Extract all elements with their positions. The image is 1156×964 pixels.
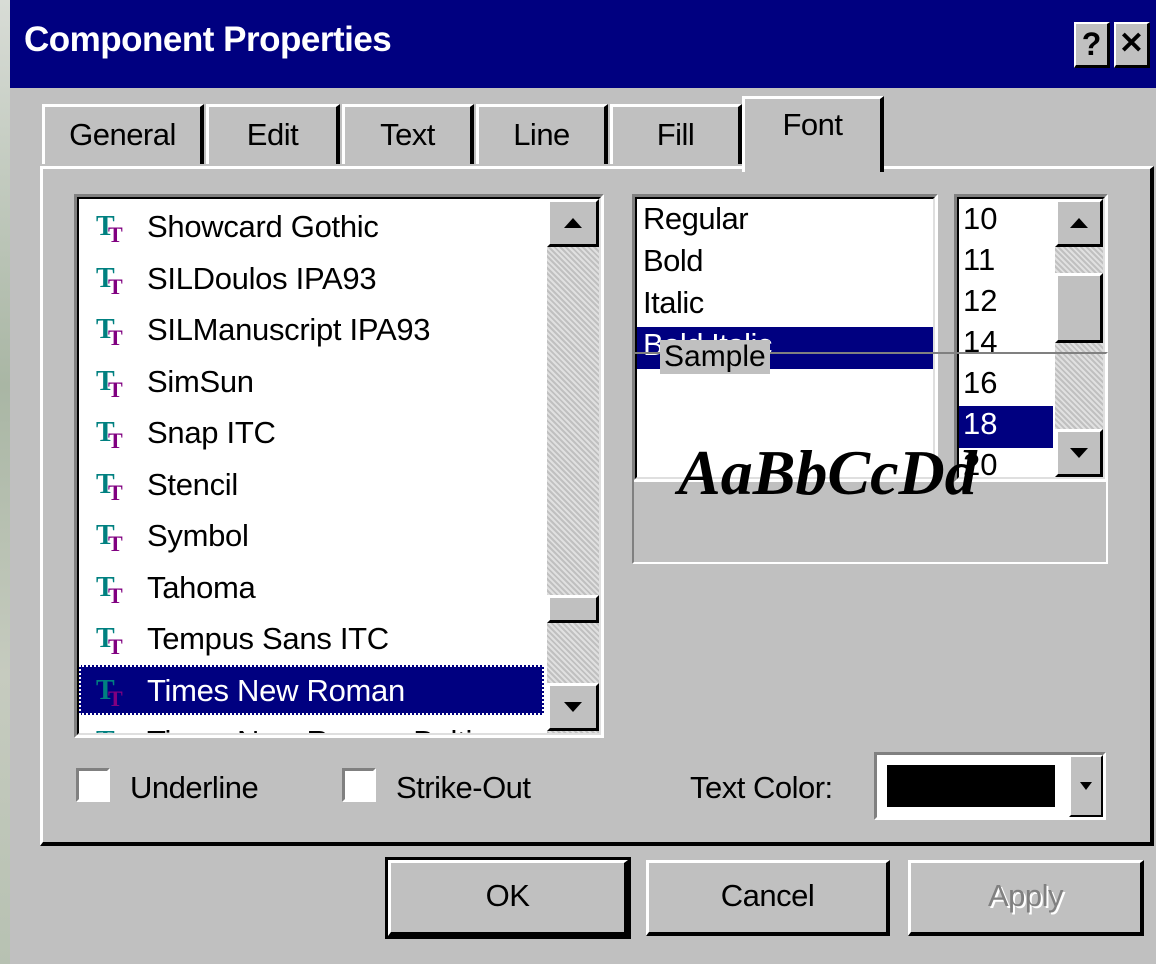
chevron-down-icon bbox=[1080, 782, 1092, 790]
truetype-font-icon: TT bbox=[96, 623, 123, 657]
svg-text:T: T bbox=[108, 634, 123, 657]
svg-text:T: T bbox=[96, 726, 115, 733]
font-list-item-label: SILDoulos IPA93 bbox=[147, 260, 377, 296]
font-name-list: T T Showcard Gothic T T SILDoulos IPA93 T T SILM… bbox=[79, 199, 545, 733]
font-list-item-label: Times New Roman Baltic bbox=[147, 724, 488, 733]
truetype-font-icon: TT bbox=[96, 469, 123, 503]
font-list-item[interactable]: T T Symbol bbox=[79, 510, 544, 560]
font-style-item[interactable]: Italic bbox=[637, 285, 933, 327]
svg-text:T: T bbox=[108, 377, 123, 400]
font-list-item-label: Tempus Sans ITC bbox=[147, 621, 389, 656]
strikeout-checkbox[interactable] bbox=[342, 768, 376, 802]
svg-text:T: T bbox=[108, 531, 123, 554]
component-properties-dialog: Component Properties ? ✕ General Edit Te… bbox=[10, 0, 1156, 964]
truetype-font-icon: TT bbox=[96, 520, 123, 554]
window-title: Component Properties bbox=[24, 20, 392, 59]
ok-button[interactable]: OK bbox=[385, 857, 631, 939]
svg-text:T: T bbox=[108, 222, 123, 245]
active-tab-join bbox=[745, 164, 880, 170]
sample-preview-text: AaBbCcDd bbox=[678, 437, 977, 508]
font-style-item[interactable]: Bold bbox=[637, 243, 933, 285]
font-list-item-label: Symbol bbox=[147, 518, 249, 553]
text-color-label: Text Color: bbox=[690, 770, 833, 805]
font-style-item[interactable]: Regular bbox=[637, 201, 933, 243]
truetype-font-icon: TT bbox=[96, 726, 115, 733]
svg-text:T: T bbox=[108, 428, 123, 451]
font-size-item[interactable]: 11 bbox=[959, 242, 1053, 284]
size-scroll-up-button[interactable] bbox=[1055, 199, 1103, 247]
font-list-item-label: Snap ITC bbox=[147, 415, 276, 450]
font-list-item[interactable]: T T Tempus Sans ITC bbox=[79, 613, 544, 663]
font-list-item[interactable]: T T SimSun bbox=[79, 356, 544, 406]
title-bar[interactable]: Component Properties ? ✕ bbox=[10, 0, 1156, 88]
desktop-background bbox=[0, 0, 10, 964]
font-size-item[interactable]: 12 bbox=[959, 283, 1053, 325]
help-button[interactable]: ? bbox=[1074, 22, 1110, 68]
truetype-font-icon: TT bbox=[96, 572, 123, 606]
size-scroll-thumb[interactable] bbox=[1055, 273, 1103, 343]
arrow-down-icon bbox=[564, 702, 582, 712]
font-list-item-label: Stencil bbox=[147, 466, 238, 502]
font-list-item[interactable]: T T Tahoma bbox=[79, 562, 544, 612]
truetype-font-icon: TT bbox=[96, 417, 123, 451]
font-list-item[interactable]: T T Snap ITC bbox=[79, 407, 544, 457]
svg-text:T: T bbox=[108, 325, 123, 348]
font-list-item[interactable]: T T SILDoulos IPA93 bbox=[79, 253, 544, 303]
text-color-swatch bbox=[887, 765, 1055, 807]
sample-label: Sample bbox=[660, 340, 770, 374]
font-list-item-label: Showcard Gothic bbox=[147, 209, 379, 244]
tab-line[interactable]: Line bbox=[476, 104, 608, 164]
tab-fill[interactable]: Fill bbox=[610, 104, 742, 164]
close-button[interactable]: ✕ bbox=[1114, 22, 1150, 68]
font-list-item-label: SimSun bbox=[147, 363, 254, 399]
font-list-item[interactable]: T T Showcard Gothic bbox=[79, 201, 544, 251]
apply-button[interactable]: Apply bbox=[908, 860, 1144, 936]
tab-general[interactable]: General bbox=[42, 104, 204, 164]
svg-text:T: T bbox=[108, 274, 123, 297]
underline-checkbox[interactable] bbox=[76, 768, 110, 802]
font-list-item[interactable]: T T Stencil bbox=[79, 459, 544, 509]
font-list-item-label: Times New Roman bbox=[147, 672, 405, 708]
underline-label[interactable]: Underline bbox=[130, 770, 259, 806]
cancel-button[interactable]: Cancel bbox=[646, 860, 890, 936]
truetype-font-icon: TT bbox=[96, 366, 123, 400]
tab-text[interactable]: Text bbox=[342, 104, 474, 164]
arrow-up-icon bbox=[1070, 218, 1088, 228]
tab-font[interactable]: Font bbox=[742, 96, 884, 172]
font-list-item[interactable]: T T SILManuscript IPA93 bbox=[79, 304, 544, 354]
scroll-thumb[interactable] bbox=[547, 595, 599, 623]
strikeout-label[interactable]: Strike-Out bbox=[396, 770, 531, 806]
svg-text:T: T bbox=[108, 583, 123, 606]
font-list-item[interactable]: T T Times New Roman bbox=[79, 664, 544, 715]
arrow-up-icon bbox=[564, 218, 582, 228]
scroll-down-button[interactable] bbox=[547, 683, 599, 731]
truetype-font-icon: TT bbox=[96, 263, 123, 297]
text-color-combobox[interactable] bbox=[874, 752, 1106, 820]
font-name-listbox[interactable]: T T Showcard Gothic T T SILDoulos IPA93 T T SILM… bbox=[74, 194, 604, 738]
truetype-font-icon: TT bbox=[96, 211, 123, 245]
scroll-up-button[interactable] bbox=[547, 199, 599, 247]
svg-text:T: T bbox=[108, 686, 123, 709]
font-list-item[interactable]: TT Times New Roman Baltic bbox=[79, 716, 544, 733]
truetype-font-icon: TT bbox=[96, 675, 123, 709]
font-size-item[interactable]: 10 bbox=[959, 201, 1053, 243]
font-list-item-label: Tahoma bbox=[147, 569, 256, 605]
font-list-item-label: SILManuscript IPA93 bbox=[147, 312, 431, 347]
text-color-dropdown-button[interactable] bbox=[1069, 755, 1103, 817]
svg-text:T: T bbox=[108, 480, 123, 503]
font-list-scrollbar[interactable] bbox=[547, 199, 599, 733]
truetype-font-icon: TT bbox=[96, 314, 123, 348]
tab-edit[interactable]: Edit bbox=[206, 104, 340, 164]
